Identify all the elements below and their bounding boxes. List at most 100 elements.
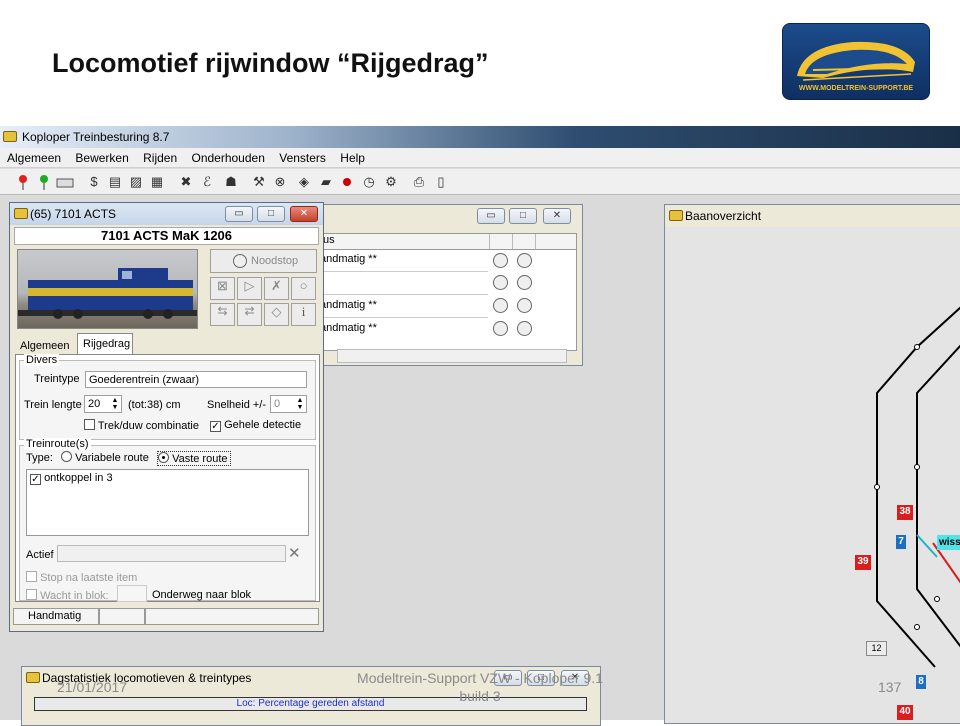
- gehele-detectie-checkbox[interactable]: ✓ Gehele detectie: [210, 419, 301, 432]
- shunt-route-icon[interactable]: ⇄: [237, 303, 262, 326]
- signal-green-icon[interactable]: [35, 173, 53, 191]
- status-circle-icon[interactable]: [493, 321, 508, 336]
- dollar-icon[interactable]: $: [85, 173, 103, 191]
- menu-algemeen[interactable]: Algemeen: [0, 148, 65, 168]
- maximize-icon[interactable]: □: [257, 206, 285, 222]
- close-icon[interactable]: ✕: [290, 206, 318, 222]
- grid-icon[interactable]: ▦: [148, 173, 166, 191]
- tab-algemeen[interactable]: Algemeen: [15, 337, 79, 355]
- block-8[interactable]: 8: [916, 675, 926, 689]
- maximize-icon[interactable]: □: [509, 208, 537, 224]
- status-circle-icon[interactable]: [517, 298, 532, 313]
- trein-lengte-stepper[interactable]: 20 ▲ ▼: [84, 395, 122, 413]
- block-38[interactable]: 38: [897, 505, 913, 520]
- clear-icon[interactable]: ✕: [288, 544, 301, 562]
- vaste-route-radio[interactable]: Vaste route: [157, 451, 231, 466]
- variabele-route-radio[interactable]: Variabele route: [61, 451, 149, 464]
- locomotive-icon[interactable]: ▰: [317, 173, 335, 191]
- menu-bewerken[interactable]: Bewerken: [68, 148, 132, 168]
- cancel-route-icon[interactable]: ✗: [264, 277, 289, 300]
- checkbox-checked-icon[interactable]: ✓: [210, 421, 221, 432]
- status-circle-icon[interactable]: [493, 253, 508, 268]
- signal-red-icon[interactable]: [14, 173, 32, 191]
- panel-icon[interactable]: ▤: [106, 173, 124, 191]
- status-window-titlebar: ▭ □ ✕: [301, 205, 582, 227]
- wissel-label[interactable]: wiss: [937, 535, 960, 550]
- route-list[interactable]: ✓ ontkoppel in 3: [26, 469, 309, 536]
- menu-rijden[interactable]: Rijden: [136, 148, 181, 168]
- snelheid-stepper[interactable]: 0 ▲ ▼: [270, 395, 307, 413]
- checkbox-icon[interactable]: [84, 419, 95, 430]
- radio-selected-icon[interactable]: [158, 452, 169, 463]
- edit-icon[interactable]: ▨: [127, 173, 145, 191]
- wacht-in-blok-checkbox[interactable]: Wacht in blok:: [26, 589, 109, 602]
- app-titlebar: Koploper Treinbesturing 8.7: [0, 126, 960, 148]
- stepper-arrows-icon[interactable]: ▲ ▼: [110, 397, 120, 411]
- menu-help[interactable]: Help: [333, 148, 369, 168]
- treintype-field[interactable]: Goederentrein (zwaar): [85, 371, 307, 388]
- radio-icon[interactable]: [61, 451, 72, 462]
- status-table: tus andmatig ** andmatig ** andmatig **: [317, 233, 577, 351]
- tab-rijgedrag[interactable]: Rijgedrag: [77, 333, 133, 355]
- brand-logo: WWW.MODELTREIN-SUPPORT.BE: [782, 23, 930, 100]
- checkbox-icon[interactable]: [26, 571, 37, 582]
- status-circle-icon[interactable]: [493, 275, 508, 290]
- page-icon[interactable]: ▯: [432, 173, 450, 191]
- stop-icon[interactable]: ⊗: [271, 173, 289, 191]
- menu-onderhouden[interactable]: Onderhouden: [184, 148, 268, 168]
- minimize-icon[interactable]: ▭: [477, 208, 505, 224]
- sound-icon[interactable]: ◈: [295, 173, 313, 191]
- tools-icon[interactable]: ⚙: [382, 173, 400, 191]
- table-row[interactable]: [318, 272, 576, 295]
- checkbox-icon[interactable]: [26, 589, 37, 600]
- record-icon[interactable]: [338, 173, 356, 191]
- print-icon[interactable]: ⎙: [410, 173, 428, 191]
- diamond-icon[interactable]: ◇: [264, 303, 289, 326]
- block-12[interactable]: 12: [866, 641, 887, 656]
- close-icon[interactable]: ✕: [543, 208, 571, 224]
- status-circle-icon[interactable]: [493, 298, 508, 313]
- koploper-app: Koploper Treinbesturing 8.7 Algemeen Bew…: [0, 126, 960, 726]
- actief-field[interactable]: [57, 545, 286, 562]
- minimize-icon[interactable]: ▭: [225, 206, 253, 222]
- table-row[interactable]: andmatig **: [318, 295, 576, 318]
- play-icon[interactable]: ▷: [237, 277, 262, 300]
- status-circle-icon[interactable]: [517, 275, 532, 290]
- table-row[interactable]: andmatig **: [318, 318, 576, 341]
- noodstop-button[interactable]: Noodstop: [210, 249, 317, 273]
- clock-icon[interactable]: ◷: [360, 173, 378, 191]
- no-direction-icon[interactable]: ⊠: [210, 277, 235, 300]
- noodstop-icon: [233, 254, 247, 268]
- info-icon[interactable]: i: [291, 303, 316, 326]
- checkbox-checked-icon[interactable]: ✓: [30, 474, 41, 485]
- shunt-icon[interactable]: ⇆: [210, 303, 235, 326]
- wacht-field[interactable]: [117, 585, 147, 602]
- circle-icon[interactable]: ○: [291, 277, 316, 300]
- trek-duw-checkbox[interactable]: Trek/duw combinatie: [84, 419, 199, 432]
- ghost-icon[interactable]: ☗: [222, 173, 240, 191]
- block-7[interactable]: 7: [896, 535, 906, 549]
- route-type-label: Type:: [26, 452, 53, 464]
- menu-vensters[interactable]: Vensters: [272, 148, 330, 168]
- status-circle-icon[interactable]: [517, 321, 532, 336]
- keyboard-icon[interactable]: [56, 173, 74, 191]
- baanoverzicht-title: Baanoverzicht: [685, 209, 762, 223]
- status-circle-icon[interactable]: [517, 253, 532, 268]
- stepper-arrows-icon[interactable]: ▲ ▼: [295, 397, 305, 411]
- list-item[interactable]: ✓ ontkoppel in 3: [27, 470, 308, 487]
- hammer-icon[interactable]: ⚒: [250, 173, 268, 191]
- baanoverzicht-window: Baanoverzicht 38 39 40 7 8 12 wiss: [664, 204, 960, 724]
- block-39[interactable]: 39: [855, 555, 871, 570]
- loco-window-titlebar: (65) 7101 ACTS ▭ □ ✕: [10, 203, 323, 225]
- page-number: 137: [878, 679, 902, 695]
- logo-url: WWW.MODELTREIN-SUPPORT.BE: [798, 85, 914, 92]
- menubar: Algemeen Bewerken Rijden Onderhouden Ven…: [0, 148, 960, 168]
- block-40[interactable]: 40: [897, 705, 913, 720]
- loco-window-title: (65) 7101 ACTS: [30, 207, 117, 221]
- footer-date: 21/01/2017: [57, 679, 128, 695]
- no-train-icon[interactable]: ✖: [177, 173, 195, 191]
- loco-name: 7101 ACTS MaK 1206: [14, 227, 319, 245]
- table-row[interactable]: andmatig **: [318, 250, 576, 272]
- magic-icon[interactable]: ℰ: [198, 173, 216, 191]
- stop-na-laatste-checkbox[interactable]: Stop na laatste item: [26, 571, 137, 584]
